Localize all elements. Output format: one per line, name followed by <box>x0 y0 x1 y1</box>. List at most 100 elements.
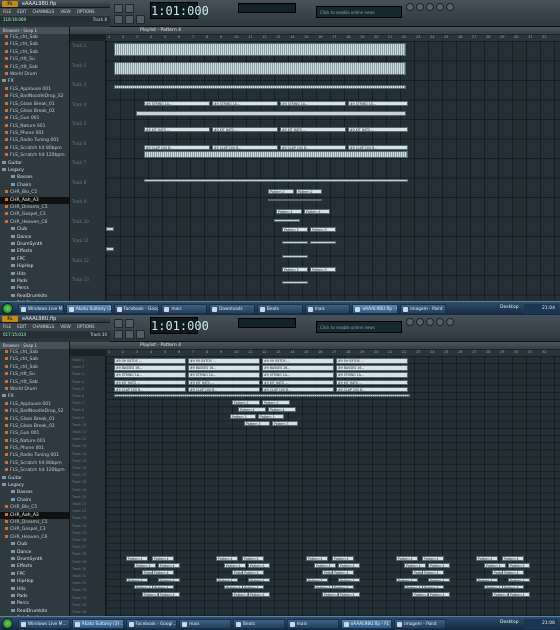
record-button[interactable] <box>136 15 145 24</box>
pattern-clip[interactable]: Pattern 4 <box>428 563 450 568</box>
pattern-clip[interactable]: Pattern 4 <box>422 584 444 590</box>
pattern-clip[interactable]: Pattern 4 <box>134 563 156 568</box>
track-label[interactable]: Track 8 <box>72 408 84 412</box>
browser-item[interactable]: Club <box>0 226 69 233</box>
audio-clip[interactable] <box>114 62 406 75</box>
pattern-clip[interactable]: #9 KIT HATS ... <box>212 127 278 132</box>
browser-item[interactable]: RealDrumkits <box>0 608 69 615</box>
pattern-clip[interactable]: #9 09 OXTOS ... <box>336 358 408 364</box>
browser-item[interactable]: World Drum <box>0 71 69 78</box>
pattern-clip[interactable]: Pattern 4 <box>332 556 354 561</box>
playlist-grid[interactable]: #9 STRING 1A... #9 STRING 1A... #9 STRIN… <box>106 41 560 301</box>
browser-item[interactable]: FLS_Scratch hit 80bpm <box>0 460 69 467</box>
browser-item[interactable]: CHR_Heaven_C6 <box>0 534 69 541</box>
menu-item-view[interactable]: VIEW <box>57 323 73 331</box>
pattern-clip[interactable] <box>282 281 308 284</box>
pattern-clip[interactable]: Pattern 4 <box>304 209 330 214</box>
pattern-clip[interactable]: Pattern 4 <box>216 577 238 583</box>
pattern-clip[interactable]: Pattern 4 <box>502 570 524 575</box>
browser-item[interactable]: Dance <box>0 549 69 556</box>
track-label[interactable]: Track 9 <box>72 416 84 420</box>
browser-item[interactable]: FLS_Applause 001 <box>0 86 69 93</box>
track-label[interactable]: Track 6 <box>72 394 84 398</box>
pattern-clip[interactable]: #9 09 OXTOS ... <box>262 358 334 364</box>
playlist-icon[interactable] <box>406 318 414 326</box>
browser-item[interactable]: FLS_cht_Sab <box>0 356 69 363</box>
browser-item[interactable]: FLS_BadNoodleDrop_S2 <box>0 93 69 100</box>
pattern-clip[interactable]: Pattern 3 <box>282 227 308 232</box>
pattern-clip[interactable]: Pattern 4 <box>126 577 148 583</box>
track-label[interactable]: Track 16 <box>72 466 86 470</box>
step-sequencer-icon[interactable] <box>416 3 424 11</box>
pattern-clip[interactable] <box>282 241 308 244</box>
track-label[interactable]: Track 1 <box>72 358 84 362</box>
browser-item[interactable]: Guitar <box>0 160 69 167</box>
browser-item[interactable]: Legacy <box>0 167 69 174</box>
pattern-clip[interactable]: #9 STRING 1A... <box>348 101 408 106</box>
pattern-clip[interactable]: #9 KIT HATS ... <box>262 379 334 386</box>
pattern-clip[interactable] <box>144 179 408 182</box>
start-button[interactable] <box>2 618 13 629</box>
browser-item[interactable]: CHR_Dreams_C5 <box>0 204 69 211</box>
browser-item[interactable]: DrumSynth <box>0 556 69 563</box>
pattern-clip[interactable]: Pattern 4 <box>152 570 174 575</box>
play-button[interactable] <box>114 15 123 24</box>
pattern-clip[interactable]: Pattern 3 <box>282 267 308 272</box>
pattern-clip[interactable] <box>274 219 300 222</box>
pattern-clip[interactable]: Pattern 4 <box>338 563 360 568</box>
pattern-clip[interactable]: Pattern 4 <box>276 209 302 214</box>
browser-item[interactable]: FLS_Glass Break_01 <box>0 101 69 108</box>
track-label[interactable]: Track 12 <box>72 258 89 263</box>
browser-item[interactable]: FPC <box>0 571 69 578</box>
pattern-clip[interactable]: Pattern 4 <box>242 570 264 575</box>
browser-item[interactable]: Guitar <box>0 475 69 482</box>
audio-clip[interactable] <box>114 85 406 89</box>
pattern-clip[interactable]: #9 STRING 1A... <box>336 372 408 378</box>
pattern-clip[interactable]: Pattern 4 <box>242 556 264 561</box>
song-mode-button[interactable] <box>125 319 134 328</box>
browser-item[interactable]: FLS_Radio Tuning 001 <box>0 452 69 459</box>
browser-item[interactable]: RealDrumkits <box>0 293 69 300</box>
browser-item[interactable]: Percs <box>0 600 69 607</box>
track-label[interactable]: Track 34 <box>72 596 86 600</box>
menu-item-options[interactable]: OPTIONS <box>74 8 98 16</box>
pattern-clip[interactable]: Pattern 4 <box>248 563 270 568</box>
pattern-clip[interactable]: #9 BASSES 16... <box>188 365 260 371</box>
pattern-clip[interactable]: Pattern 4 <box>508 592 530 597</box>
pattern-clip[interactable]: Pattern 4 <box>422 570 444 575</box>
menu-item-view[interactable]: VIEW <box>57 8 73 16</box>
playlist-icon[interactable] <box>406 3 414 11</box>
browser-item[interactable]: Chairs <box>0 497 69 504</box>
pattern-clip[interactable]: #9 CLAP 100 B... <box>144 145 210 150</box>
pattern-clip[interactable]: #9 STRING 1A... <box>262 372 334 378</box>
menu-item-edit[interactable]: EDIT <box>14 323 29 331</box>
track-label[interactable]: Track 24 <box>72 524 86 528</box>
pattern-clip[interactable]: #9 KIT HATS ... <box>348 127 408 132</box>
pattern-clip[interactable]: Pattern 4 <box>152 556 174 561</box>
browser-item[interactable]: CHR_Gospel_C3 <box>0 211 69 218</box>
pattern-clip[interactable]: #9 STRING 1A... <box>212 101 278 106</box>
pattern-clip[interactable]: #9 09 OXTOS ... <box>114 358 186 364</box>
audio-clip[interactable] <box>144 151 408 158</box>
pattern-clip[interactable] <box>106 227 114 231</box>
desktop-toolbar[interactable]: Desktop <box>500 620 519 625</box>
browser-item[interactable]: FLS_Scratch hit 120bpm <box>0 152 69 159</box>
pattern-clip[interactable]: Pattern 4 <box>508 563 530 568</box>
pattern-clip[interactable]: Pattern 4 <box>268 407 296 412</box>
step-sequencer-icon[interactable] <box>416 318 424 326</box>
browser-item[interactable]: Legacy <box>0 482 69 489</box>
pattern-clip[interactable]: #9 BASSES 16... <box>336 365 408 371</box>
pattern-clip[interactable]: Pattern 4 <box>428 592 450 597</box>
taskbar-button[interactable]: mais <box>179 619 231 629</box>
browser-item[interactable]: FLS_rtlt_Sab <box>0 379 69 386</box>
browser-item[interactable]: Chairs <box>0 182 69 189</box>
browser-item[interactable]: Effects <box>0 248 69 255</box>
track-label[interactable]: Track 18 <box>72 480 86 484</box>
pattern-clip[interactable]: Pattern 4 <box>484 563 506 568</box>
browser-item[interactable]: CHR_Aah_A3 <box>0 196 69 204</box>
browser-item[interactable]: HipHop <box>0 578 69 585</box>
browser-item[interactable]: Percs <box>0 285 69 292</box>
pattern-clip[interactable]: #9 STRING 1A... <box>280 101 346 106</box>
browser-item[interactable]: FLS_BadNoodleDrop_S2 <box>0 408 69 415</box>
browser-item[interactable]: FLS_cht_Sab <box>0 349 69 356</box>
